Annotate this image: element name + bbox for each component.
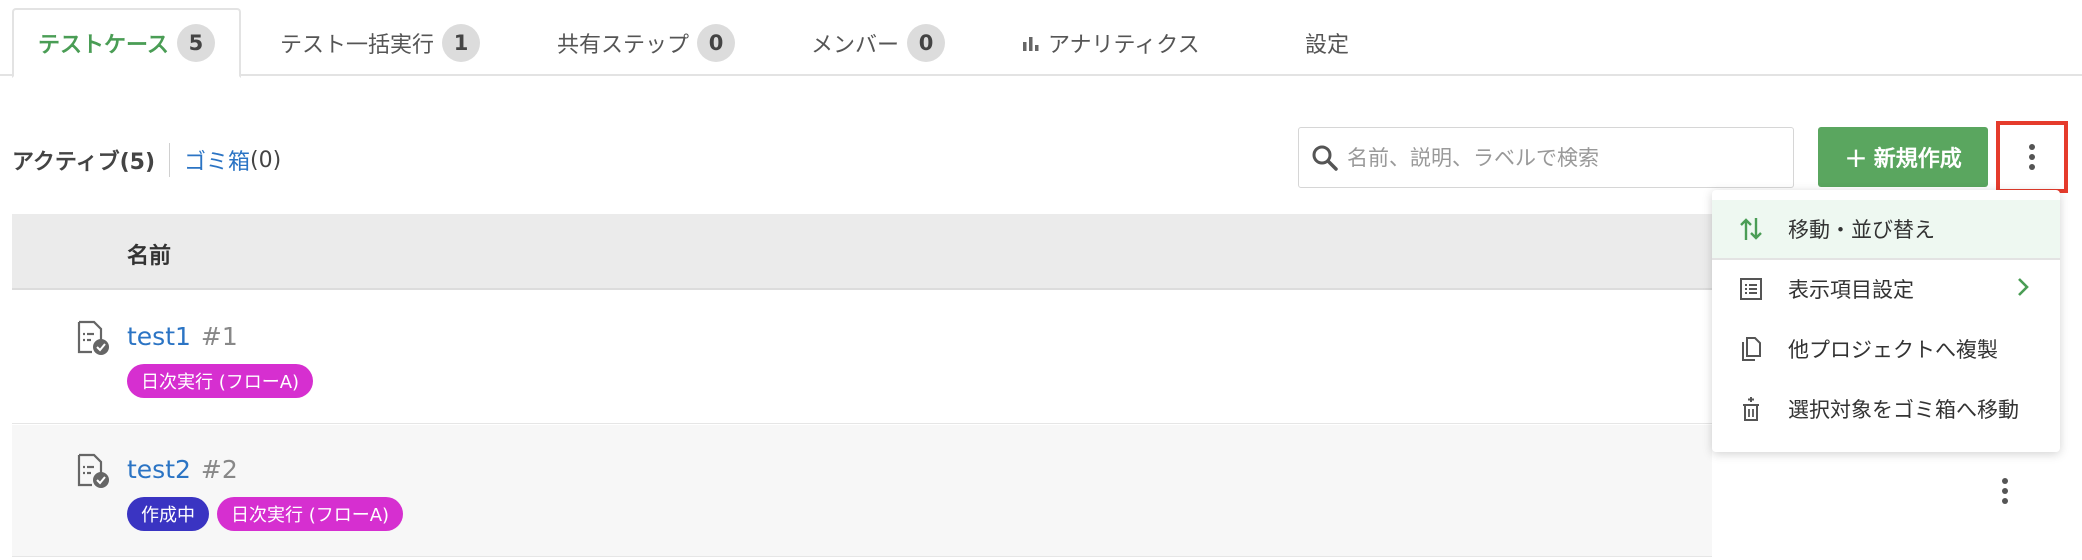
test-case-icon xyxy=(77,453,109,488)
status-filter: アクティブ(5) ゴミ箱 (0) xyxy=(12,140,281,180)
tab-settings[interactable]: 設定 xyxy=(1305,8,1349,78)
kebab-icon xyxy=(2002,478,2008,504)
search-box xyxy=(1298,127,1794,188)
count-badge: 5 xyxy=(176,24,215,62)
tab-members[interactable]: メンバー 0 xyxy=(811,8,946,78)
more-options-menu: 移動・並び替え 表示項目設定 他プロジェクトへ複製 選択対象をゴミ箱へ移動 xyxy=(1712,190,2060,452)
label-tag[interactable]: 作成中 xyxy=(127,497,209,531)
filter-active[interactable]: アクティブ(5) xyxy=(12,144,155,176)
tab-test-cases[interactable]: テストケース 5 xyxy=(12,8,241,78)
trash-icon xyxy=(1738,396,1764,422)
search-input[interactable] xyxy=(1347,145,1787,170)
label-tag[interactable]: 日次実行 (フローA) xyxy=(217,497,404,531)
tab-label: テスト一括実行 xyxy=(280,33,435,58)
table-row[interactable]: test2 #2 作成中 日次実行 (フローA) xyxy=(12,425,1712,557)
menu-item-move-to-trash[interactable]: 選択対象をゴミ箱へ移動 xyxy=(1712,380,2060,438)
menu-item-duplicate[interactable]: 他プロジェクトへ複製 xyxy=(1712,320,2060,378)
menu-item-display-settings[interactable]: 表示項目設定 xyxy=(1712,260,2060,318)
label-tag[interactable]: 日次実行 (フローA) xyxy=(127,364,314,398)
test-case-title: test1 #1 xyxy=(127,322,238,351)
table-row[interactable]: test1 #1 日次実行 (フローA) xyxy=(12,292,1712,424)
label-list: 作成中 日次実行 (フローA) xyxy=(127,497,404,531)
count-badge: 0 xyxy=(697,24,736,62)
list-settings-icon xyxy=(1738,276,1764,302)
tab-shared-steps[interactable]: 共有ステップ 0 xyxy=(557,8,736,78)
new-button[interactable]: + 新規作成 xyxy=(1818,127,1988,187)
tab-label: テストケース xyxy=(38,33,169,58)
new-button-label: 新規作成 xyxy=(1873,147,1962,172)
menu-item-move-sort[interactable]: 移動・並び替え xyxy=(1712,200,2060,258)
test-case-number: #2 xyxy=(200,455,238,484)
filter-trash-count: (0) xyxy=(250,147,282,173)
tab-analytics[interactable]: アナリティクス xyxy=(1022,8,1200,78)
tab-label: 共有ステップ xyxy=(557,33,690,58)
filter-trash-link[interactable]: ゴミ箱 xyxy=(184,144,250,176)
column-header-name[interactable]: 名前 xyxy=(127,238,171,270)
count-badge: 1 xyxy=(442,24,481,62)
chevron-right-icon xyxy=(2016,276,2030,303)
table-header: 名前 xyxy=(12,214,1712,290)
bar-chart-icon xyxy=(1023,37,1039,51)
row-more-button[interactable] xyxy=(1990,471,2020,511)
tab-batch-run[interactable]: テスト一括実行 1 xyxy=(280,8,481,78)
label-list: 日次実行 (フローA) xyxy=(127,364,314,398)
test-case-link[interactable]: test2 xyxy=(127,455,191,484)
menu-item-label: 移動・並び替え xyxy=(1788,218,1935,242)
test-case-icon xyxy=(77,320,109,355)
plus-icon: + xyxy=(1844,140,1868,174)
menu-item-label: 表示項目設定 xyxy=(1788,278,1914,302)
test-case-title: test2 #2 xyxy=(127,455,238,484)
copy-icon xyxy=(1738,336,1764,362)
tab-label: 設定 xyxy=(1305,33,1350,58)
divider xyxy=(169,143,170,177)
kebab-icon xyxy=(2029,144,2035,170)
count-badge: 0 xyxy=(907,24,946,62)
test-case-number: #1 xyxy=(200,322,238,351)
tab-label: メンバー xyxy=(811,33,900,58)
tab-label: アナリティクス xyxy=(1048,33,1200,58)
test-case-link[interactable]: test1 xyxy=(127,322,191,351)
search-icon xyxy=(1312,145,1338,171)
sort-arrows-icon xyxy=(1738,216,1764,242)
menu-item-label: 選択対象をゴミ箱へ移動 xyxy=(1788,398,2019,422)
more-options-button[interactable] xyxy=(1996,121,2068,193)
tab-bar: テストケース 5 テスト一括実行 1 共有ステップ 0 メンバー 0 アナリティ… xyxy=(0,0,2082,78)
menu-item-label: 他プロジェクトへ複製 xyxy=(1788,338,1998,362)
